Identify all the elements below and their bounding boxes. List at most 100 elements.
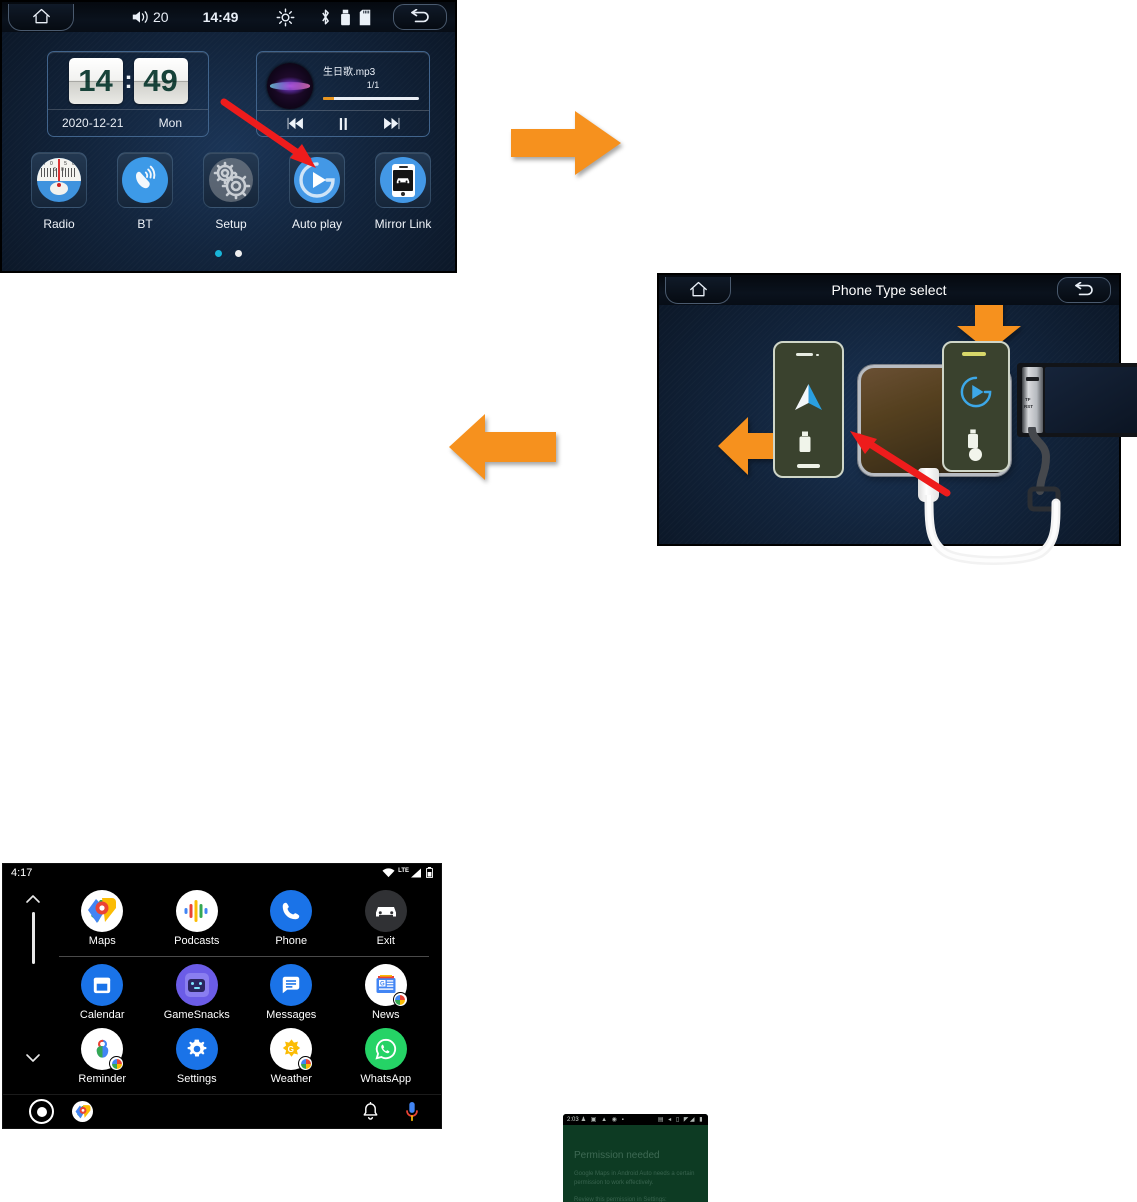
aa-app-label: Reminder <box>78 1073 127 1085</box>
clock-widget[interactable]: 14 : 49 2020-12-21 Mon <box>47 51 209 137</box>
phone-type-status-bar <box>659 275 1119 305</box>
calendar-icon <box>81 964 124 1006</box>
chevron-down-icon[interactable] <box>25 1052 41 1064</box>
usb-icon <box>799 431 811 452</box>
phone-speaker <box>962 352 986 356</box>
phone-status-bar: 2:03 ♟ ▣ ▲ ◉ ▪ ▤ ◂ ▯ ◤◢ ▮ <box>563 1114 708 1125</box>
page-dot-active[interactable] <box>215 250 222 257</box>
radio-tuner-icon: 40 50 60 <box>37 158 81 202</box>
volume-indicator[interactable]: 20 <box>130 9 169 25</box>
aa-app-messages[interactable]: Messages <box>244 964 339 1021</box>
usb-icon <box>341 9 351 25</box>
carplay-autoplay-option[interactable] <box>942 341 1010 472</box>
app-radio[interactable]: 40 50 60 Radio <box>16 152 102 242</box>
android-auto-nav-bar <box>3 1094 441 1128</box>
svg-text:G: G <box>287 1044 293 1053</box>
maps-shortcut-button[interactable] <box>72 1101 93 1122</box>
page-indicator <box>2 250 455 257</box>
aa-app-label: News <box>371 1009 400 1021</box>
app-mirror-link[interactable]: Mirror Link <box>360 152 446 242</box>
back-arrow-icon <box>1075 282 1093 296</box>
aa-app-maps[interactable]: Maps <box>55 890 150 947</box>
back-arrow-icon <box>411 9 429 23</box>
usb-port-slot <box>1026 377 1039 381</box>
home-button[interactable] <box>665 276 731 304</box>
app-icon-tile <box>289 152 345 208</box>
play-circle-icon <box>960 376 992 408</box>
back-button[interactable] <box>393 4 447 30</box>
aa-app-calendar[interactable]: Calendar <box>55 964 150 1021</box>
play-circle-icon <box>294 157 340 203</box>
scroll-rail[interactable] <box>25 892 41 1088</box>
aa-app-news[interactable]: G News <box>339 964 434 1021</box>
bell-icon[interactable] <box>362 1102 379 1121</box>
phone-home-bar <box>797 464 820 468</box>
grid-divider <box>59 956 429 957</box>
app-label: Mirror Link <box>374 217 432 231</box>
previous-track-icon[interactable] <box>287 117 304 130</box>
port-label-tf: TF <box>1025 397 1031 402</box>
google-podcasts-icon <box>175 890 218 932</box>
circle-home-icon[interactable] <box>29 1099 54 1124</box>
app-label: Radio <box>43 217 75 231</box>
aa-app-phone[interactable]: Phone <box>244 890 339 947</box>
app-auto-play[interactable]: Auto play <box>274 152 360 242</box>
phone-camera <box>816 353 819 356</box>
badge-icon <box>392 992 408 1007</box>
aa-app-settings[interactable]: Settings <box>150 1028 245 1085</box>
home-button[interactable] <box>8 3 74 31</box>
badge-icon <box>298 1056 314 1071</box>
album-art <box>267 63 313 109</box>
next-track-icon[interactable] <box>383 117 400 130</box>
pause-icon[interactable] <box>338 117 349 131</box>
aa-app-whatsapp[interactable]: WhatsApp <box>339 1028 434 1085</box>
aa-app-podcasts[interactable]: Podcasts <box>150 890 245 947</box>
phone-status-time: 2:03 <box>567 1116 579 1123</box>
brightness-icon[interactable] <box>276 8 295 27</box>
clock-date-row: 2020-12-21 Mon <box>48 109 208 136</box>
back-button[interactable] <box>1057 277 1111 303</box>
aa-app-gamesnacks[interactable]: GameSnacks <box>150 964 245 1021</box>
car-head-unit-home-screen: 20 14:49 14: 49 2020-12-21 Mon 生日歌.mp3 … <box>0 0 457 273</box>
weather-icon: G <box>270 1028 314 1071</box>
status-icons-left: ♟ ▣ ▲ ◉ ▪ <box>580 1117 626 1123</box>
scrollbar-thumb[interactable] <box>32 912 35 964</box>
clock-hours: 14 <box>68 58 123 104</box>
page-dot-inactive[interactable] <box>235 250 242 257</box>
home-app-row: 40 50 60 Radio <box>16 152 446 242</box>
clock-minutes: 49 <box>133 58 188 104</box>
svg-text:G: G <box>380 982 385 988</box>
aa-app-weather[interactable]: G Weather <box>244 1028 339 1085</box>
whatsapp-icon <box>364 1028 407 1070</box>
microphone-icon[interactable] <box>405 1101 419 1122</box>
aa-app-label: GameSnacks <box>163 1009 230 1021</box>
media-track-index: 1/1 <box>366 80 380 90</box>
chevron-up-icon[interactable] <box>25 893 41 905</box>
home-icon <box>689 281 707 297</box>
settings-gear-icon <box>175 1028 218 1070</box>
app-grid: Maps Podcasts Phone Exit Calendar GameSn… <box>55 890 433 1085</box>
google-maps-icon <box>81 890 124 932</box>
aa-app-exit[interactable]: Exit <box>339 890 434 947</box>
bluetooth-icon <box>322 9 330 25</box>
app-setup[interactable]: Setup <box>188 152 274 242</box>
android-auto-arrow-icon <box>795 384 822 410</box>
media-widget[interactable]: 生日歌.mp3 1/1 <box>256 51 430 137</box>
home-status-bar: 20 14:49 <box>2 2 455 32</box>
wifi-icon <box>382 867 395 877</box>
home-icon <box>32 8 50 24</box>
android-auto-launcher: 4:17 LTE Maps Podcasts Phone Exit Calend… <box>2 863 442 1129</box>
badge-icon <box>109 1056 125 1071</box>
clock-date: 2020-12-21 <box>62 116 124 130</box>
port-label-rst: RST <box>1024 404 1033 409</box>
app-icon-tile <box>117 152 173 208</box>
app-bt[interactable]: BT <box>102 152 188 242</box>
volume-icon <box>132 11 148 23</box>
aa-app-reminder[interactable]: Reminder <box>55 1028 150 1085</box>
aa-app-label: Phone <box>275 935 308 947</box>
permission-body-line3: Review this permission in Settings: <box>574 1197 667 1202</box>
media-progress-bar[interactable] <box>323 97 419 100</box>
android-auto-option[interactable] <box>773 341 844 478</box>
permission-body-line1: Google Maps in Android Auto needs a cert… <box>574 1171 695 1177</box>
battery-icon <box>426 867 433 878</box>
